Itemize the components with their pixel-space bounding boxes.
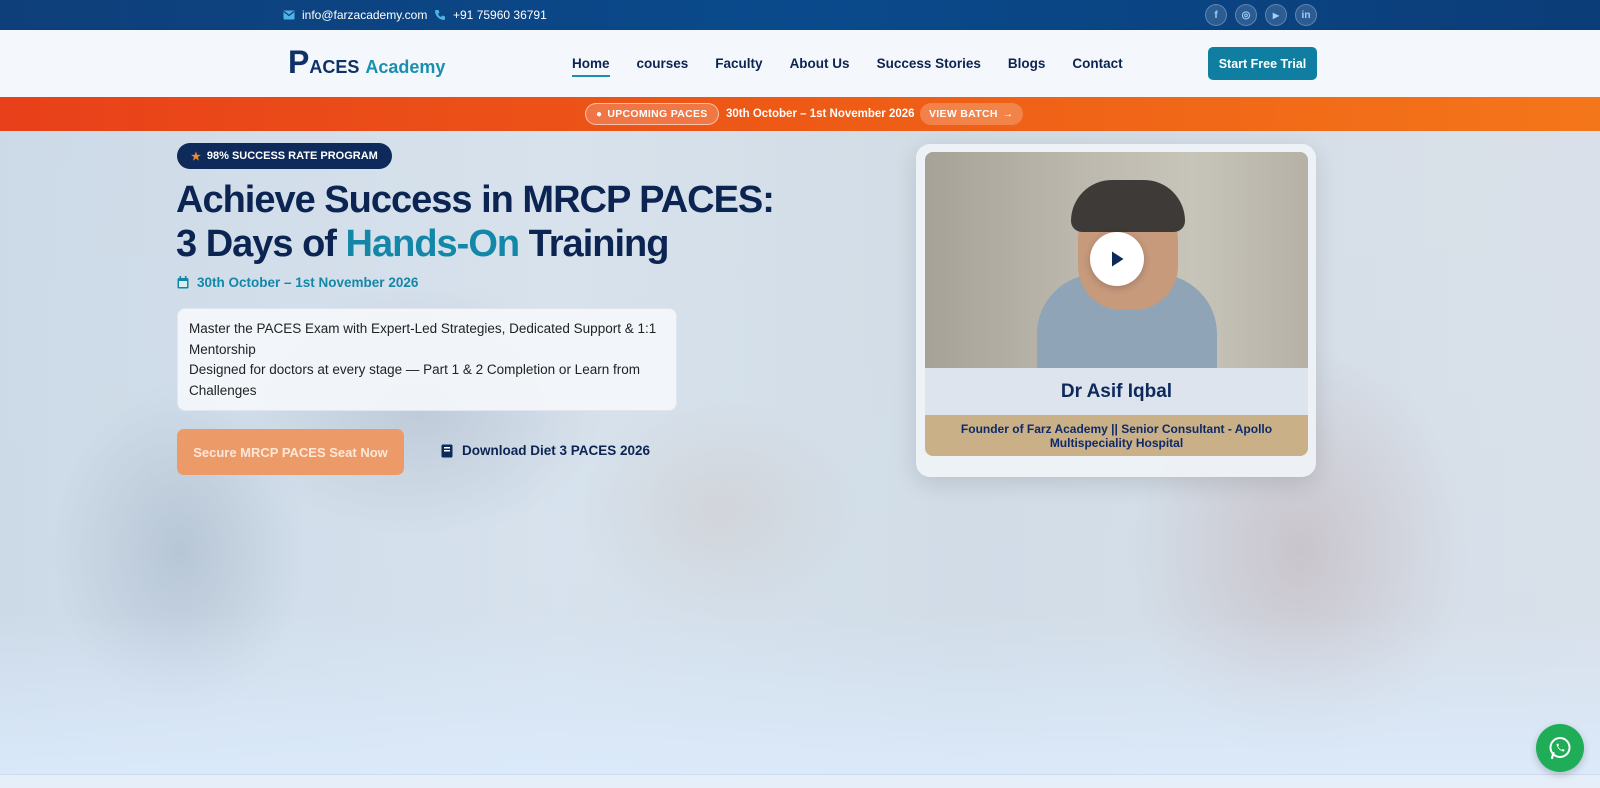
- upcoming-paces-badge: ● UPCOMING PACES: [585, 103, 719, 125]
- view-batch-label: VIEW BATCH: [929, 108, 998, 120]
- main-nav: Home courses Faculty About Us Success St…: [572, 30, 1123, 97]
- instructor-role: Founder of Farz Academy || Senior Consul…: [925, 415, 1308, 456]
- star-icon: ★: [191, 150, 201, 163]
- hero-bottom-edge: [0, 774, 1600, 788]
- phone-text: +91 75960 36791: [453, 8, 547, 22]
- download-diet-label: Download Diet 3 PACES 2026: [462, 443, 651, 458]
- headline-part2: Training: [519, 223, 670, 265]
- instructor-photo-hair: [1071, 180, 1185, 232]
- main-header: P ACES Academy Home courses Faculty Abou…: [0, 30, 1600, 97]
- success-rate-badge: ★ 98% SUCCESS RATE PROGRAM: [177, 143, 392, 169]
- site-logo[interactable]: P ACES Academy: [288, 46, 445, 78]
- announcement-banner: ● UPCOMING PACES 30th October – 1st Nove…: [0, 97, 1600, 131]
- logo-p: P: [288, 44, 309, 80]
- headline-highlight: Hands-On: [345, 223, 521, 265]
- facebook-icon[interactable]: f: [1205, 4, 1227, 26]
- phone-contact[interactable]: +91 75960 36791: [434, 0, 547, 30]
- logo-academy: Academy: [365, 57, 446, 77]
- nav-success-stories[interactable]: Success Stories: [877, 56, 981, 71]
- book-icon: [441, 444, 453, 457]
- upcoming-paces-label: UPCOMING PACES: [607, 108, 708, 120]
- nav-courses[interactable]: courses: [637, 56, 689, 71]
- hero-date: 30th October – 1st November 2026: [177, 275, 418, 290]
- description-line-2: Designed for doctors at every stage — Pa…: [189, 362, 640, 398]
- play-icon: [1112, 251, 1124, 267]
- arrow-right-icon: →: [1002, 108, 1014, 120]
- instagram-icon[interactable]: ◎: [1235, 4, 1257, 26]
- instructor-video[interactable]: [925, 152, 1308, 368]
- secure-seat-button[interactable]: Secure MRCP PACES Seat Now: [177, 429, 404, 475]
- phone-icon: [435, 10, 445, 20]
- top-contact-bar: info@farzacademy.com +91 75960 36791 f ◎…: [0, 0, 1600, 30]
- instructor-name: Dr Asif Iqbal: [925, 368, 1308, 415]
- fire-icon: ●: [596, 108, 603, 120]
- nav-blogs[interactable]: Blogs: [1008, 56, 1046, 71]
- description-line-1: Master the PACES Exam with Expert-Led St…: [189, 321, 657, 357]
- hero-headline: Achieve Success in MRCP PACES: 3 Days of…: [176, 178, 796, 266]
- linkedin-icon[interactable]: in: [1295, 4, 1317, 26]
- youtube-icon[interactable]: ▶: [1265, 4, 1287, 26]
- logo-aces: ACES: [309, 57, 360, 77]
- mail-icon: [283, 10, 295, 20]
- nav-faculty[interactable]: Faculty: [715, 56, 762, 71]
- nav-home[interactable]: Home: [572, 56, 610, 77]
- instructor-video-card: Dr Asif Iqbal Founder of Farz Academy ||…: [916, 144, 1316, 477]
- email-text: info@farzacademy.com: [302, 8, 428, 22]
- hero-date-text: 30th October – 1st November 2026: [197, 275, 419, 290]
- view-batch-button[interactable]: VIEW BATCH →: [920, 103, 1023, 125]
- nav-contact[interactable]: Contact: [1072, 56, 1122, 71]
- calendar-icon: [177, 276, 189, 289]
- whatsapp-icon: [1549, 737, 1571, 760]
- hero-description: Master the PACES Exam with Expert-Led St…: [177, 308, 677, 411]
- nav-about-us[interactable]: About Us: [790, 56, 850, 71]
- download-diet-link[interactable]: Download Diet 3 PACES 2026: [441, 443, 650, 458]
- start-free-trial-button[interactable]: Start Free Trial: [1208, 47, 1317, 80]
- social-links: f ◎ ▶ in: [1205, 4, 1317, 26]
- whatsapp-chat-button[interactable]: [1536, 724, 1584, 772]
- email-contact[interactable]: info@farzacademy.com: [283, 0, 427, 30]
- play-video-button[interactable]: [1090, 232, 1144, 286]
- success-rate-label: 98% SUCCESS RATE PROGRAM: [206, 150, 378, 162]
- banner-date: 30th October – 1st November 2026: [726, 108, 915, 120]
